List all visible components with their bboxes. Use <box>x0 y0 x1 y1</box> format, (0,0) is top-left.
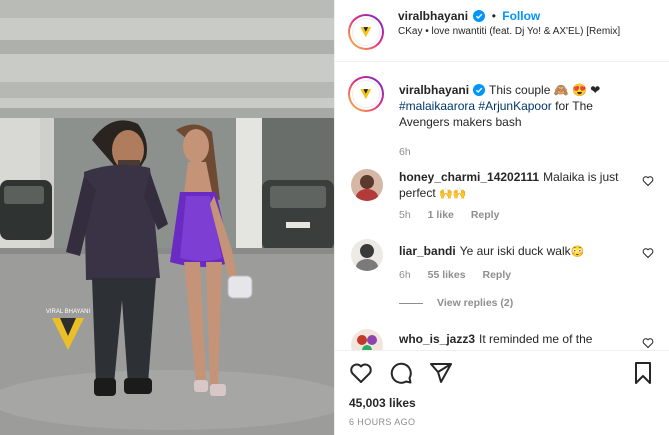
post-video[interactable]: VIRAL BHAYANI <box>0 0 334 435</box>
comment-like-heart-icon[interactable] <box>642 337 654 349</box>
author-logo-icon <box>360 27 372 38</box>
separator-dot: • <box>491 9 496 23</box>
comment-username[interactable]: honey_charmi_14202111 <box>399 170 539 184</box>
heart-icon[interactable] <box>349 361 373 385</box>
view-replies-button[interactable]: View replies (2) <box>399 297 513 309</box>
comment-meta: 6h 55 likes Reply <box>399 269 525 281</box>
video-frame: VIRAL BHAYANI <box>0 0 334 435</box>
comment-text: liar_bandi Ye aur iski duck walk😳 <box>399 243 639 260</box>
replies-divider <box>399 302 423 304</box>
reply-button[interactable]: Reply <box>471 209 500 221</box>
comment-item: honey_charmi_14202111 Malaika is just per… <box>335 167 669 227</box>
caption-text: viralbhayani This couple 🙈 😍 ❤ #malaikaar… <box>399 82 639 130</box>
reply-button[interactable]: Reply <box>482 269 511 281</box>
caption-time: 6h <box>399 146 411 158</box>
commenter-avatar[interactable] <box>351 169 383 201</box>
author-username[interactable]: viralbhayani <box>398 9 468 23</box>
comment-time: 6h <box>399 269 411 281</box>
comment-likes[interactable]: 55 likes <box>428 269 466 281</box>
comment-text: honey_charmi_14202111 Malaika is just per… <box>399 169 639 202</box>
comment-meta: 5h 1 like Reply <box>399 209 513 221</box>
verified-icon <box>473 84 486 96</box>
comment-time: 5h <box>399 209 411 221</box>
comment-body: It reminded me of the <box>479 332 593 346</box>
author-logo-icon <box>360 89 372 100</box>
verified-icon <box>473 10 486 22</box>
caption-username[interactable]: viralbhayani <box>399 83 469 97</box>
comment-emoji: 😳 <box>570 246 585 258</box>
comment-like-heart-icon[interactable] <box>642 175 654 187</box>
comment-username[interactable]: who_is_jazz3 <box>399 332 475 346</box>
comments-list[interactable]: viralbhayani This couple 🙈 😍 ❤ #malaikaar… <box>335 63 669 350</box>
hashtag-malaikaarora[interactable]: #malaikaarora <box>399 99 475 113</box>
comment-icon[interactable] <box>389 361 413 385</box>
post-header: viralbhayani • Follow CKay • love nwanti… <box>335 0 669 62</box>
comment-likes[interactable]: 1 like <box>428 209 454 221</box>
comment-like-heart-icon[interactable] <box>642 247 654 259</box>
caption-meta: 6h <box>399 146 425 158</box>
like-count[interactable]: 45,003 likes <box>349 396 416 410</box>
bookmark-icon[interactable] <box>631 361 655 385</box>
caption-entry: viralbhayani This couple 🙈 😍 ❤ #malaikaar… <box>335 73 669 158</box>
watermark-text: VIRAL BHAYANI <box>46 309 91 315</box>
instagram-post: VIRAL BHAYANI viralbhayani • Follow CKay… <box>0 0 669 435</box>
author-avatar[interactable] <box>348 14 384 50</box>
comment-username[interactable]: liar_bandi <box>399 244 456 258</box>
post-time: 6 HOURS AGO <box>349 417 416 427</box>
comment-text: who_is_jazz3 It reminded me of the <box>399 331 639 347</box>
comment-emoji: 🙌🙌 <box>439 188 467 200</box>
caption-body: This couple 🙈 😍 ❤ <box>489 83 601 97</box>
audio-track[interactable]: CKay • love nwantiti (feat. Dj Yo! & AX'… <box>398 25 660 38</box>
header-text: viralbhayani • Follow CKay • love nwanti… <box>398 9 660 38</box>
comment-item: liar_bandi Ye aur iski duck walk😳 6h 55 l… <box>335 239 669 309</box>
post-actions: 45,003 likes 6 HOURS AGO <box>335 350 669 435</box>
post-sidebar: viralbhayani • Follow CKay • love nwanti… <box>334 0 669 435</box>
comment-item: who_is_jazz3 It reminded me of the <box>335 327 669 350</box>
commenter-avatar[interactable] <box>351 239 383 271</box>
follow-button[interactable]: Follow <box>502 9 540 23</box>
hashtag-arjunkapoor[interactable]: #ArjunKapoor <box>478 99 551 113</box>
caption-avatar[interactable] <box>348 76 384 112</box>
commenter-avatar[interactable] <box>351 329 383 350</box>
share-icon[interactable] <box>429 361 453 385</box>
comment-body: Ye aur iski duck walk <box>459 244 571 258</box>
view-replies-label: View replies (2) <box>437 297 514 309</box>
